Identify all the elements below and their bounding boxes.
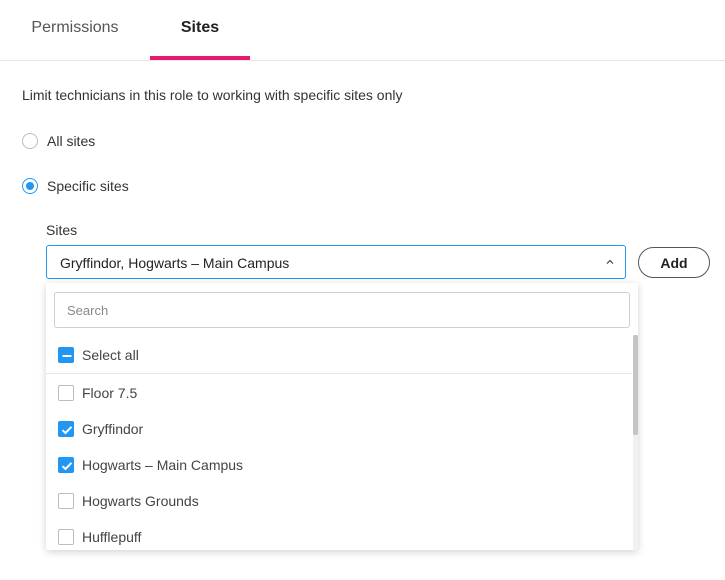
- sites-description: Limit technicians in this role to workin…: [22, 87, 403, 103]
- sites-select[interactable]: Gryffindor, Hogwarts – Main Campus: [46, 245, 626, 279]
- site-checkbox[interactable]: [58, 493, 74, 509]
- list-item[interactable]: Hufflepuff: [46, 519, 632, 550]
- select-all-option[interactable]: Select all: [46, 337, 632, 373]
- list-item[interactable]: Hogwarts Grounds: [46, 483, 632, 519]
- list-item[interactable]: Gryffindor: [46, 411, 632, 447]
- site-label: Hogwarts – Main Campus: [82, 457, 244, 473]
- sites-field-label: Sites: [46, 222, 78, 238]
- site-label: Hufflepuff: [82, 529, 142, 545]
- site-label: Gryffindor: [82, 421, 144, 437]
- site-label: Floor 7.5: [82, 385, 138, 401]
- search-input[interactable]: [54, 292, 630, 328]
- divider: [46, 373, 632, 374]
- tab-permissions[interactable]: Permissions: [0, 0, 150, 57]
- sites-dropdown: Select all Floor 7.5 Gryffindor Hogwarts…: [46, 283, 638, 550]
- select-all-label: Select all: [82, 347, 139, 363]
- sites-select-value: Gryffindor, Hogwarts – Main Campus: [60, 255, 290, 271]
- scrollbar-thumb[interactable]: [633, 335, 638, 435]
- site-checkbox[interactable]: [58, 421, 74, 437]
- radio-all-sites[interactable]: All sites: [22, 131, 95, 151]
- radio-button-all-sites[interactable]: [22, 133, 38, 149]
- tab-sites[interactable]: Sites: [150, 0, 250, 57]
- tab-bar: Permissions Sites: [0, 0, 725, 61]
- site-checkbox[interactable]: [58, 385, 74, 401]
- list-item[interactable]: Floor 7.5: [46, 375, 632, 411]
- site-checkbox[interactable]: [58, 457, 74, 473]
- site-label: Hogwarts Grounds: [82, 493, 199, 509]
- select-all-checkbox[interactable]: [58, 347, 74, 363]
- checkmark-icon: [61, 462, 73, 471]
- radio-button-specific-sites[interactable]: [22, 178, 38, 194]
- minus-icon: [62, 355, 72, 357]
- chevron-up-icon: [606, 259, 614, 264]
- active-tab-indicator: [150, 56, 250, 60]
- radio-label-all-sites: All sites: [47, 133, 96, 149]
- site-checkbox[interactable]: [58, 529, 74, 545]
- checkmark-icon: [61, 426, 73, 435]
- list-item[interactable]: Hogwarts – Main Campus: [46, 447, 632, 483]
- radio-label-specific-sites: Specific sites: [47, 178, 129, 194]
- radio-specific-sites[interactable]: Specific sites: [22, 176, 129, 196]
- add-button[interactable]: Add: [638, 247, 710, 278]
